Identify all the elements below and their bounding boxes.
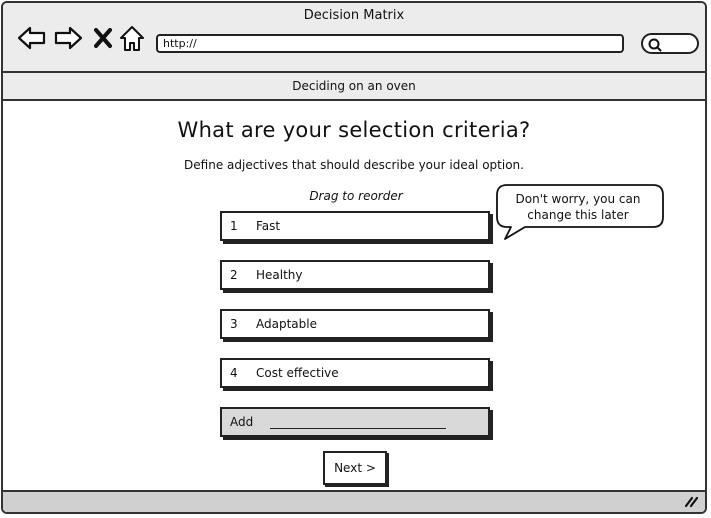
criterion-number: 1 — [230, 219, 238, 233]
criterion-number: 2 — [230, 268, 238, 282]
forward-arrow-icon[interactable] — [53, 25, 83, 51]
browser-toolbar: Decision Matrix http:// — [3, 3, 705, 73]
search-field[interactable] — [641, 33, 699, 54]
page-title-bar: Deciding on an oven — [3, 73, 705, 101]
criterion-item[interactable]: 2 Healthy — [220, 260, 490, 290]
resize-grip-icon[interactable] — [683, 494, 699, 508]
tooltip-text: Don't worry, you can change this later — [515, 192, 641, 222]
main-content: What are your selection criteria? Define… — [3, 101, 705, 491]
search-icon — [648, 38, 662, 52]
criterion-label: Adaptable — [256, 317, 317, 331]
add-label: Add — [230, 415, 254, 429]
tooltip-bubble: Don't worry, you can change this later — [495, 183, 667, 243]
criterion-item[interactable]: 3 Adaptable — [220, 309, 490, 339]
browser-window: Decision Matrix http:// Deciding on an o… — [1, 1, 707, 514]
status-bar — [3, 490, 705, 512]
drag-hint: Drag to reorder — [309, 189, 403, 203]
add-criterion-row[interactable]: Add — [220, 407, 490, 437]
back-arrow-icon[interactable] — [17, 25, 47, 51]
criterion-number: 3 — [230, 317, 238, 331]
page-subtitle: Define adjectives that should describe y… — [184, 158, 524, 172]
criterion-label: Healthy — [256, 268, 303, 282]
next-button[interactable]: Next > — [323, 451, 387, 485]
url-field[interactable]: http:// — [156, 34, 624, 53]
add-criterion-input[interactable] — [270, 428, 446, 429]
criterion-item[interactable]: 1 Fast — [220, 211, 490, 241]
criterion-label: Cost effective — [256, 366, 339, 380]
page-heading: What are your selection criteria? — [177, 118, 531, 142]
close-icon[interactable] — [93, 27, 113, 49]
window-title: Decision Matrix — [303, 8, 405, 23]
criterion-item[interactable]: 4 Cost effective — [220, 358, 490, 388]
criterion-number: 4 — [230, 366, 238, 380]
home-icon[interactable] — [119, 25, 145, 53]
criterion-label: Fast — [256, 219, 281, 233]
